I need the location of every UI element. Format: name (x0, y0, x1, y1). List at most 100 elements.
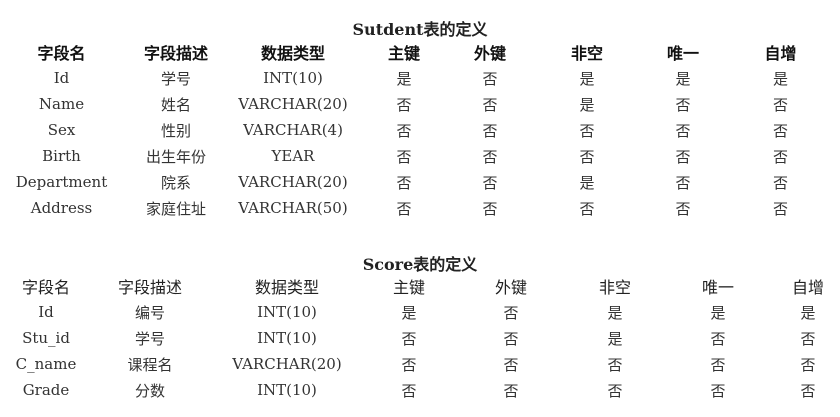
score-table-cell: 否 (401, 355, 417, 374)
student-table-cell: 否 (396, 173, 412, 192)
student-table-cell: Name (38, 95, 85, 113)
student-table-cell: 否 (396, 95, 412, 114)
score-table-row: Stu_id 学号 INT(10) 否 否 是 否 否 (0, 325, 840, 351)
score-table-header-cell: 数据类型 (254, 278, 319, 297)
score-table-cell: 否 (503, 355, 519, 374)
student-table-cell: VARCHAR(20) (238, 173, 348, 191)
score-table-cell: 否 (607, 381, 623, 400)
score-table-cell: 是 (607, 303, 623, 322)
student-table-cell: 否 (579, 121, 595, 140)
score-table-header-cell: 字段名 (21, 278, 70, 297)
score-table-cell: 分数 (134, 381, 165, 400)
student-table-cell: 否 (396, 199, 412, 218)
student-table: 字段名 字段描述 数据类型 主键 外键 非空 唯一 自增 Id 学号 INT(10) 是否是是是 Na… (0, 39, 840, 221)
student-table-cell: 家庭住址 (145, 199, 206, 218)
score-table-cell: 否 (607, 355, 623, 374)
student-table-cell: 出生年份 (145, 147, 206, 166)
student-table-cell: 是 (579, 69, 595, 88)
student-table-cell: 是 (579, 173, 595, 192)
student-table-header-cell: 唯一 (666, 44, 699, 63)
student-table-cell: 否 (675, 199, 691, 218)
score-table-cell: C_name (15, 355, 77, 373)
score-table-cell: VARCHAR(20) (232, 355, 342, 373)
score-table-cell: Id (38, 303, 54, 321)
student-table-cell: Address (30, 199, 93, 217)
score-table-cell: INT(10) (257, 303, 317, 321)
student-table-cell: 否 (675, 147, 691, 166)
student-table-cell: 否 (772, 121, 788, 140)
score-table-cell: 是 (401, 303, 417, 322)
student-table-cell: Sex (47, 121, 76, 139)
student-table-cell: 否 (772, 95, 788, 114)
score-table-header-row: 字段名 字段描述 数据类型 主键 外键 非空 唯一 自增 (0, 273, 840, 299)
score-table-cell: 是 (800, 303, 816, 322)
student-table-cell: VARCHAR(50) (238, 199, 348, 217)
score-table-row: C_name 课程名 VARCHAR(20) 否 否 否 否 否 (0, 351, 840, 377)
student-table-row: Sex 性别 VARCHAR(4) 否 否 否 否 否 (0, 117, 840, 143)
student-table-cell: 学号 (160, 69, 191, 88)
student-table-cell: 否 (675, 173, 691, 192)
student-table-row: Id 学号 INT(10) 是 否 是 是 是 (0, 65, 840, 91)
student-table-cell: 是 (772, 69, 788, 88)
student-table-cell: 是 (579, 95, 595, 114)
student-table-cell: INT(10) (263, 69, 323, 87)
student-table-row: Address 家庭住址 VARCHAR(50) 否 否 否 否 否 (0, 195, 840, 221)
student-table-header-cell: 字段名 (37, 44, 86, 63)
score-table-caption: Score表的定义 (362, 255, 478, 274)
student-table-cell: VARCHAR(4) (243, 121, 343, 139)
score-table-cell: 否 (503, 303, 519, 322)
student-table-header-cell: 外键 (473, 44, 506, 63)
score-table-cell: 否 (710, 355, 726, 374)
score-table-cell: 是 (710, 303, 726, 322)
student-table-header-cell: 字段描述 (143, 44, 208, 63)
student-table-cell: 否 (482, 199, 498, 218)
score-table-row: Grade 分数 INT(10) 否 否 否 否 否 (0, 377, 840, 403)
student-table-cell: 否 (482, 95, 498, 114)
student-table-cell: 否 (772, 173, 788, 192)
score-table: 字段名 字段描述 数据类型 主键 外键 非空 唯一 自增 Id 编号 INT(10) 是否是是是 St… (0, 273, 840, 403)
student-table-row: Department 院系 VARCHAR(20) 否 否 是 否 否 (0, 169, 840, 195)
student-table-row: Name 姓名 VARCHAR(20) 否 否 是 否 否 (0, 91, 840, 117)
student-table-cell: 否 (772, 147, 788, 166)
score-table-header-cell: 自增 (791, 278, 824, 297)
student-table-cell: 否 (579, 147, 595, 166)
student-table-cell: 是 (396, 69, 412, 88)
student-table-cell: 姓名 (160, 95, 191, 114)
score-table-cell: Grade (22, 381, 70, 399)
score-table-header-cell: 非空 (598, 278, 631, 297)
student-table-cell: 否 (482, 69, 498, 88)
score-table-cell: 否 (401, 329, 417, 348)
student-table-header-row: 字段名 字段描述 数据类型 主键 外键 非空 唯一 自增 (0, 39, 840, 65)
score-table-cell: 课程名 (127, 355, 173, 374)
student-table-cell: VARCHAR(20) (238, 95, 348, 113)
score-table-cell: 是 (607, 329, 623, 348)
student-table-cell: 否 (482, 173, 498, 192)
score-table-cell: 否 (503, 329, 519, 348)
score-table-cell: 否 (503, 381, 519, 400)
score-table-cell: Stu_id (22, 329, 70, 347)
score-table-row: Id 编号 INT(10) 是 否 是 是 是 (0, 299, 840, 325)
score-table-header-cell: 主键 (392, 278, 425, 297)
score-table-cell: 否 (800, 355, 816, 374)
score-table-header-cell: 唯一 (701, 278, 734, 297)
student-table-cell: 否 (579, 199, 595, 218)
student-table-cell: 否 (482, 121, 498, 140)
student-table-caption: Sutdent表的定义 (352, 20, 488, 39)
student-table-header-cell: 数据类型 (260, 44, 325, 63)
score-table-cell: 否 (710, 329, 726, 348)
score-table-header-cell: 外键 (494, 278, 527, 297)
student-table-cell: 否 (396, 147, 412, 166)
student-table-cell: 否 (396, 121, 412, 140)
student-table-row: Birth 出生年份 YEAR 否 否 否 否 否 (0, 143, 840, 169)
score-table-cell: 学号 (134, 329, 165, 348)
student-table-cell: 是 (675, 69, 691, 88)
student-table-cell: Department (15, 173, 108, 191)
student-table-header-cell: 自增 (764, 44, 797, 63)
student-table-header-cell: 主键 (387, 44, 420, 63)
student-table-cell: Birth (42, 147, 81, 165)
score-table-cell: INT(10) (257, 329, 317, 347)
student-table-cell: Id (53, 69, 70, 87)
score-table-cell: 否 (800, 381, 816, 400)
score-table-cell: 否 (401, 381, 417, 400)
student-table-cell: 否 (772, 199, 788, 218)
